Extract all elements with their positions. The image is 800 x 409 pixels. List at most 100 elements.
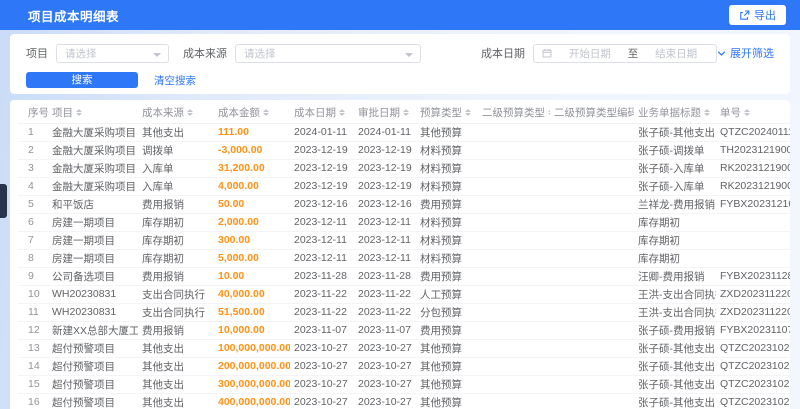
- column-header-source[interactable]: 成本来源: [138, 102, 214, 124]
- cell-cost_date: 2023-10-27: [290, 339, 354, 358]
- sort-icon[interactable]: [263, 109, 269, 117]
- cell-order_no: QTZC20231027002: [716, 357, 790, 376]
- cell-budget_type2_code: [550, 195, 634, 214]
- cell-budget_type: 材料预算: [416, 249, 478, 268]
- cell-amount: -3,000.00: [214, 141, 290, 160]
- sort-icon[interactable]: [403, 109, 409, 117]
- cell-doc_title: 王洪-支出合同执行: [634, 285, 716, 304]
- sort-icon[interactable]: [548, 109, 550, 117]
- cell-budget_type2: [478, 159, 550, 178]
- cell-amount: 111.00: [214, 123, 290, 142]
- drawer-handle[interactable]: [0, 184, 7, 218]
- cost-detail-table-card: 序号 项目 成本来源 成本金额 成本日期 审批日期 预算类型 二级预算类型 二级预算类型编码 业务…: [10, 100, 790, 409]
- cell-amount: 4,000.00: [214, 177, 290, 196]
- column-header-order_no[interactable]: 单号: [716, 102, 790, 124]
- cell-budget_type2_code: [550, 213, 634, 232]
- sort-icon[interactable]: [339, 109, 345, 117]
- date-end-input[interactable]: 结束日期: [644, 46, 708, 61]
- cell-cost_date: 2023-10-27: [290, 375, 354, 394]
- cell-amount: 10.00: [214, 267, 290, 286]
- cell-seq: 10: [18, 285, 48, 304]
- sort-icon[interactable]: [76, 109, 82, 117]
- cell-budget_type2: [478, 393, 550, 409]
- cell-budget_type2_code: [550, 159, 634, 178]
- cell-approve_date: 2023-11-22: [354, 285, 416, 304]
- source-select[interactable]: 请选择: [235, 43, 421, 63]
- table-row: 9 公司备选项目 费用报销 10.00 2023-11-28 2023-11-28 费用预算…: [18, 267, 790, 286]
- clear-search-link[interactable]: 清空搜索: [154, 73, 196, 88]
- cell-cost_date: 2024-01-11: [290, 123, 354, 142]
- cell-cost_date: 2023-12-19: [290, 177, 354, 196]
- cell-approve_date: 2023-10-27: [354, 339, 416, 358]
- cell-approve_date: 2023-12-19: [354, 141, 416, 160]
- cell-source: 其他支出: [138, 375, 214, 394]
- cell-doc_title: 张子硕-调拨单: [634, 141, 716, 160]
- table-row: 7 房建一期项目 库存期初 300.00 2023-12-11 2023-12-11 材料预…: [18, 231, 790, 250]
- column-header-project[interactable]: 项目: [48, 102, 138, 124]
- export-button[interactable]: 导出: [729, 5, 786, 25]
- cost-date-range-picker[interactable]: 开始日期 至 结束日期: [533, 43, 717, 63]
- cell-doc_title: 库存期初: [634, 231, 716, 250]
- cell-cost_date: 2023-12-19: [290, 159, 354, 178]
- expand-filters-link[interactable]: 展开筛选: [717, 45, 774, 61]
- project-select[interactable]: 请选择: [56, 43, 169, 63]
- cell-amount: 300.00: [214, 231, 290, 250]
- cell-project: 房建一期项目: [48, 231, 138, 250]
- sort-icon[interactable]: [465, 109, 471, 117]
- cell-budget_type: 材料预算: [416, 141, 478, 160]
- column-header-budget_type[interactable]: 预算类型: [416, 102, 478, 124]
- cell-doc_title: 兰祥龙-费用报销: [634, 195, 716, 214]
- sort-icon[interactable]: [187, 109, 193, 117]
- cell-doc_title: 张子硕-其他支出: [634, 339, 716, 358]
- date-start-input[interactable]: 开始日期: [558, 46, 622, 61]
- cell-budget_type2_code: [550, 375, 634, 394]
- search-button[interactable]: 搜索: [26, 72, 138, 88]
- cell-budget_type: 费用预算: [416, 267, 478, 286]
- cell-seq: 14: [18, 357, 48, 376]
- cell-project: WH20230831: [48, 285, 138, 304]
- cell-amount: 2,000.00: [214, 213, 290, 232]
- cell-approve_date: 2023-11-07: [354, 321, 416, 340]
- cell-budget_type: 材料预算: [416, 231, 478, 250]
- cell-seq: 6: [18, 213, 48, 232]
- column-header-label: 成本日期: [294, 106, 336, 119]
- cell-order_no: [716, 231, 790, 250]
- cell-project: 超付预警项目: [48, 393, 138, 409]
- project-filter-label: 项目: [26, 48, 48, 60]
- cell-budget_type2_code: [550, 123, 634, 142]
- column-header-label: 业务单据标题: [638, 106, 701, 119]
- table-row: 14 超付预警项目 其他支出 200,000,000.00 2023-10-27 2023…: [18, 357, 790, 376]
- table-row: 16 超付预警项目 其他支出 400,000,000.00 2023-10-27 2023…: [18, 393, 790, 409]
- cost-detail-table: 序号 项目 成本来源 成本金额 成本日期 审批日期 预算类型 二级预算类型 二级预算类型编码 业务…: [18, 102, 790, 409]
- cell-source: 入库单: [138, 159, 214, 178]
- cell-doc_title: 张子硕-其他支出: [634, 123, 716, 142]
- sort-icon[interactable]: [744, 109, 750, 117]
- sort-icon[interactable]: [704, 109, 710, 117]
- source-select-placeholder: 请选择: [244, 47, 276, 60]
- cell-order_no: FYBX20231107001: [716, 321, 790, 340]
- cell-budget_type2_code: [550, 303, 634, 322]
- cell-project: 金融大厦采购项目: [48, 123, 138, 142]
- column-header-label: 成本金额: [218, 106, 260, 119]
- cell-project: WH20230831: [48, 303, 138, 322]
- column-header-budget_type2[interactable]: 二级预算类型: [478, 102, 550, 124]
- cell-order_no: QTZC20231027002: [716, 339, 790, 358]
- cell-budget_type2_code: [550, 231, 634, 250]
- table-row: 11 WH20230831 支出合同执行 51,500.00 2023-11-22 202…: [18, 303, 790, 322]
- cell-seq: 11: [18, 303, 48, 322]
- cell-cost_date: 2023-11-28: [290, 267, 354, 286]
- cell-budget_type2: [478, 321, 550, 340]
- cell-cost_date: 2023-12-11: [290, 249, 354, 268]
- cell-approve_date: 2023-12-11: [354, 213, 416, 232]
- column-header-amount[interactable]: 成本金额: [214, 102, 290, 124]
- column-header-doc_title[interactable]: 业务单据标题: [634, 102, 716, 124]
- column-header-cost_date[interactable]: 成本日期: [290, 102, 354, 124]
- cell-seq: 15: [18, 375, 48, 394]
- column-header-budget_type2_code[interactable]: 二级预算类型编码: [550, 102, 634, 124]
- cell-seq: 7: [18, 231, 48, 250]
- cell-project: 超付预警项目: [48, 357, 138, 376]
- column-header-approve_date[interactable]: 审批日期: [354, 102, 416, 124]
- cell-seq: 13: [18, 339, 48, 358]
- cell-order_no: QTZC20231027002: [716, 375, 790, 394]
- cell-project: 公司备选项目: [48, 267, 138, 286]
